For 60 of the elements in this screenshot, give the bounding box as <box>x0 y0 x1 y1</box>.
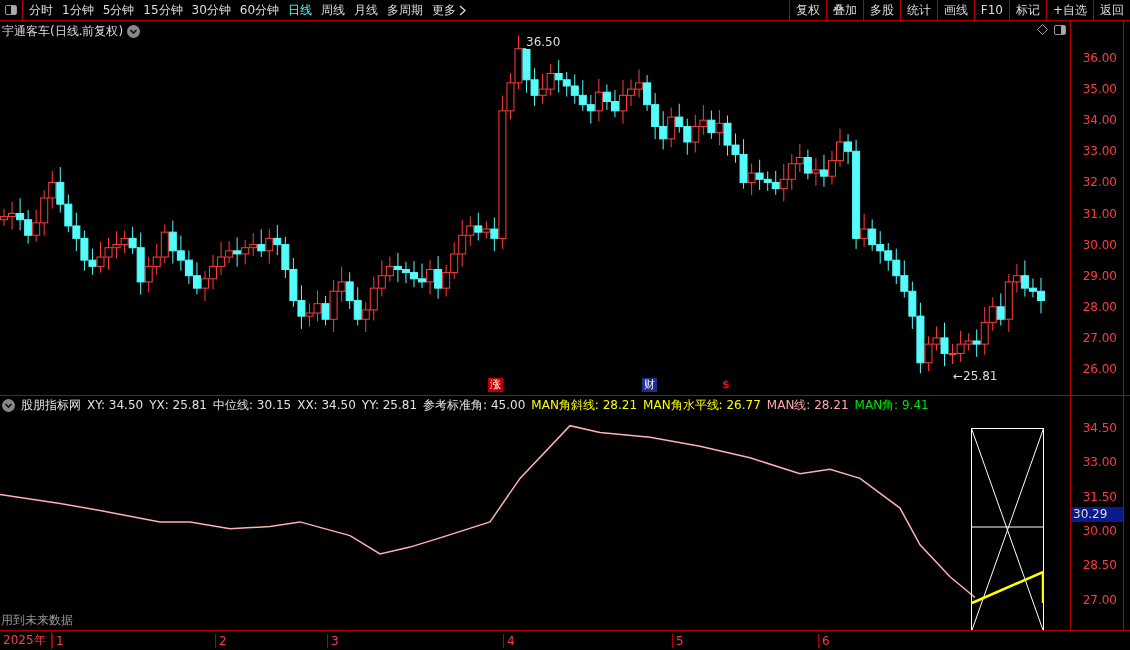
event-marker[interactable]: 涨 <box>488 378 503 392</box>
month-label: 1 <box>52 633 215 648</box>
year-label: 2025年 <box>0 632 52 650</box>
indicator-value: XX: 34.50 <box>297 398 356 413</box>
period-tab[interactable]: 60分钟 <box>239 1 280 19</box>
price-tick-label: 28.00 <box>1082 299 1117 314</box>
low-price-label: ←25.81 <box>953 369 998 383</box>
period-tab[interactable]: 30分钟 <box>191 1 231 19</box>
period-tab[interactable]: 15分钟 <box>143 1 183 19</box>
indicator-tick-label: 27.00 <box>1082 592 1117 607</box>
future-data-warning: 用到未来数据 <box>1 612 73 630</box>
period-tab[interactable]: 分时 <box>29 1 53 19</box>
price-tick-label: 29.00 <box>1082 268 1117 283</box>
diamond-icon[interactable] <box>1037 24 1048 35</box>
price-tick-label: 35.00 <box>1082 82 1117 97</box>
period-tab[interactable]: 5分钟 <box>102 1 135 19</box>
indicator-value: YX: 25.81 <box>149 398 207 413</box>
period-tab[interactable]: 1分钟 <box>62 1 94 19</box>
price-tick-label: 33.00 <box>1082 144 1117 159</box>
chart-title: 宇通客车(日线.前复权) <box>2 23 124 40</box>
indicator-value: XY: 34.50 <box>87 398 144 413</box>
price-tick-label: 27.00 <box>1082 330 1117 345</box>
month-label: 2 <box>215 633 327 648</box>
indicator-value: YY: 25.81 <box>361 398 418 413</box>
indicator-value: 中位线: 30.15 <box>212 396 292 414</box>
indicator-tick-label: 31.50 <box>1082 489 1117 504</box>
price-tick-label: 32.00 <box>1082 175 1117 190</box>
indicator-value: MAN角水平线: 26.77 <box>643 396 761 414</box>
indicator-value: 参考标准角: 45.00 <box>423 396 526 414</box>
indicator-tick-label: 34.50 <box>1082 420 1117 435</box>
indicator-name: 股朋指标网 <box>21 396 81 414</box>
price-tick-label: 26.00 <box>1082 362 1117 376</box>
month-label: 5 <box>672 633 818 648</box>
panel-toggle-icon[interactable] <box>5 5 17 15</box>
dropdown-icon[interactable] <box>127 25 141 38</box>
event-marker[interactable]: $ <box>720 378 732 392</box>
month-label: 4 <box>503 633 672 648</box>
event-marker[interactable]: 财 <box>642 378 657 392</box>
chevron-right-icon[interactable] <box>459 4 467 16</box>
price-tick-label: 31.00 <box>1082 206 1117 221</box>
price-tick-label: 30.00 <box>1082 237 1117 252</box>
period-tab[interactable]: 周线 <box>321 1 346 19</box>
price-tick-label: 34.00 <box>1082 113 1117 128</box>
price-tick-label: 36.00 <box>1082 51 1117 65</box>
month-label: 3 <box>327 633 503 648</box>
more-menu[interactable]: 更多 <box>432 1 467 19</box>
indicator-tick-label: 33.00 <box>1082 455 1117 470</box>
indicator-tick-label: 30.00 <box>1082 523 1117 538</box>
indicator-tick-label: 28.50 <box>1082 558 1117 573</box>
panel-toggle-icon[interactable] <box>1054 24 1066 35</box>
high-price-label: 36.50 <box>526 35 561 49</box>
current-value-tag: 30.29 <box>1071 506 1123 522</box>
indicator-value: MAN角: 9.41 <box>854 396 929 414</box>
dropdown-icon[interactable] <box>2 398 15 412</box>
month-label: 6 <box>818 633 1130 648</box>
period-tab[interactable]: 月线 <box>354 1 379 19</box>
indicator-value: MAN线: 28.21 <box>766 396 849 414</box>
period-tab[interactable]: 多周期 <box>387 1 424 19</box>
period-tab[interactable]: 日线 <box>288 1 313 19</box>
indicator-value: MAN角斜线: 28.21 <box>531 396 638 414</box>
